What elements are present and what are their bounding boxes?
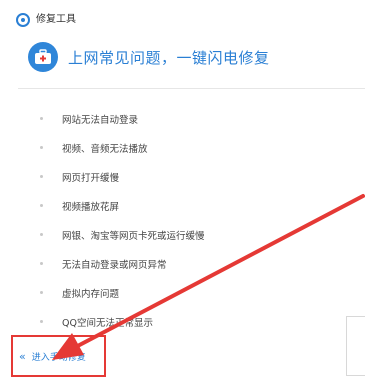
bullet-icon <box>40 320 43 323</box>
issue-label: 网银、淘宝等网页卡死或运行缓慢 <box>62 230 205 242</box>
issue-label: 网页打开缓慢 <box>62 172 120 184</box>
issue-label: 网站无法自动登录 <box>62 114 139 126</box>
issue-item: 视频、音频无法播放 <box>40 133 205 162</box>
repair-tool-page: 修复工具 上网常见问题，一键闪电修复 网站无法自动登录 视频、音频无法播放 网页… <box>0 0 365 385</box>
manual-repair-link[interactable]: « 进入手动修复 <box>11 335 106 377</box>
issue-item: 网银、淘宝等网页卡死或运行缓慢 <box>40 220 205 249</box>
app-header: 修复工具 <box>16 12 76 28</box>
issue-label: 视频、音频无法播放 <box>62 143 148 155</box>
first-aid-kit-icon <box>28 42 58 72</box>
issue-item: 无法自动登录或网页异常 <box>40 249 205 278</box>
headline: 上网常见问题，一键闪电修复 <box>28 42 270 72</box>
app-title: 修复工具 <box>36 14 76 25</box>
bullet-icon <box>40 175 43 178</box>
issue-item: QQ空间无法正常显示 <box>40 307 205 336</box>
bullet-icon <box>40 262 43 265</box>
issue-list: 网站无法自动登录 视频、音频无法播放 网页打开缓慢 视频播放花屏 网银、淘宝等网… <box>40 104 205 336</box>
headline-text: 上网常见问题，一键闪电修复 <box>68 48 270 67</box>
issue-item: 网站无法自动登录 <box>40 104 205 133</box>
bullet-icon <box>40 204 43 207</box>
bullet-icon <box>40 233 43 236</box>
issue-label: 视频播放花屏 <box>62 201 120 213</box>
issue-item: 网页打开缓慢 <box>40 162 205 191</box>
bullet-icon <box>40 291 43 294</box>
issue-item: 虚拟内存问题 <box>40 278 205 307</box>
panel-corner <box>346 316 365 376</box>
bullet-icon <box>40 146 43 149</box>
double-chevron-left-icon: « <box>19 349 26 363</box>
divider <box>18 88 365 89</box>
manual-repair-label: 进入手动修复 <box>31 352 86 363</box>
issue-label: 无法自动登录或网页异常 <box>62 259 167 271</box>
repair-tool-icon <box>16 13 30 27</box>
issue-label: QQ空间无法正常显示 <box>62 317 153 329</box>
bullet-icon <box>40 117 43 120</box>
issue-label: 虚拟内存问题 <box>62 288 120 300</box>
issue-item: 视频播放花屏 <box>40 191 205 220</box>
